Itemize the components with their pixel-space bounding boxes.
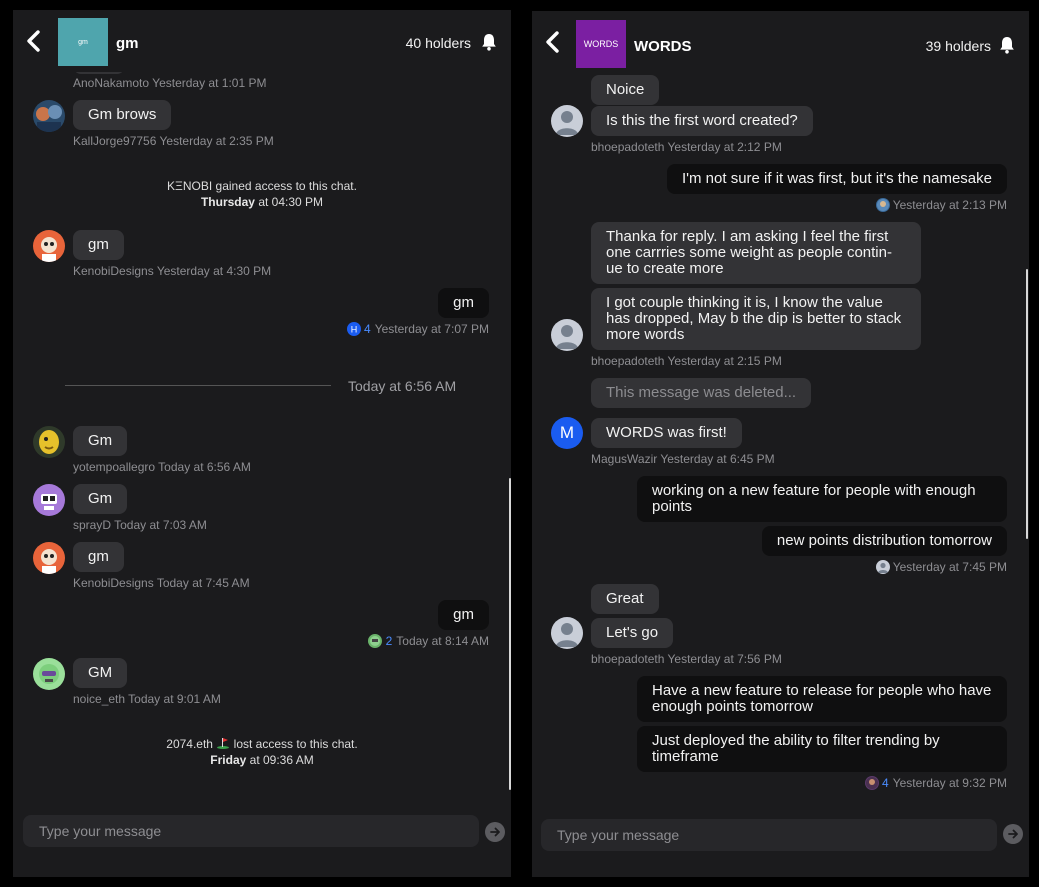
avatar-kenobidesigns[interactable] <box>33 542 65 574</box>
bell-icon[interactable] <box>999 36 1015 54</box>
message-time: Yesterday at 9:32 PM <box>892 776 1007 790</box>
holders-count[interactable]: 39 holders <box>926 38 991 54</box>
message-meta: bhoepadoteth Yesterday at 7:56 PM <box>591 652 782 666</box>
message-meta: yotempoallegro Today at 6:56 AM <box>73 460 251 474</box>
message-bubble: I got couple thinking it is, I know the … <box>591 288 921 350</box>
message-meta: Yesterday at 7:45 PM <box>875 560 1007 574</box>
date-divider-label: Today at 6:56 AM <box>348 378 457 394</box>
chat-panel-words: Noice Is this the first word created? bh… <box>532 11 1029 877</box>
message-meta: Yesterday at 2:13 PM <box>875 198 1007 212</box>
message-time: Today at 8:14 AM <box>396 634 489 648</box>
message-input[interactable] <box>23 815 479 847</box>
my-message-bubble: gm <box>438 600 489 630</box>
message-bubble: Noice <box>591 75 660 105</box>
reader-avatar-icon <box>875 560 890 574</box>
message-bubble: Gm brows <box>73 100 172 130</box>
avatar-bhoepadoteth[interactable] <box>551 105 583 137</box>
my-message-bubble: Have a new feature to release for people… <box>637 676 1007 722</box>
avatar-sprayd[interactable] <box>33 484 65 516</box>
reader-avatar-icon <box>875 198 890 212</box>
avatar-noice-eth[interactable] <box>33 658 65 690</box>
message-bubble: gm <box>73 542 124 572</box>
group-title: gm <box>116 35 139 52</box>
chat-panel-gm: AnoNakamoto Yesterday at 1:01 PM Gm brow… <box>13 10 511 877</box>
message-meta: KenobiDesigns Today at 7:45 AM <box>73 576 250 590</box>
message-meta: bhoepadoteth Yesterday at 2:12 PM <box>591 140 782 154</box>
chat-header: gm gm 40 holders <box>13 10 511 72</box>
reader-avatar-icon <box>864 776 879 790</box>
my-message-bubble: gm <box>438 288 489 318</box>
send-button[interactable] <box>1003 824 1023 844</box>
message-bubble: Let's go <box>591 618 674 648</box>
avatar-bhoepadoteth[interactable] <box>551 617 583 649</box>
message-meta: MagusWazir Yesterday at 6:45 PM <box>591 452 775 466</box>
message-bubble: gm <box>73 230 124 260</box>
read-count[interactable]: 4 <box>364 322 371 336</box>
message-list[interactable]: AnoNakamoto Yesterday at 1:01 PM Gm brow… <box>13 10 511 803</box>
message-bubble: Great <box>591 584 659 614</box>
message-meta: KenobiDesigns Yesterday at 4:30 PM <box>73 264 272 278</box>
back-icon[interactable] <box>25 30 43 52</box>
group-icon[interactable]: gm <box>58 18 108 66</box>
system-text: KΞNOBI gained access to this chat. <box>167 179 357 193</box>
message-meta: 2 Today at 8:14 AM <box>368 634 489 648</box>
message-input[interactable] <box>541 819 997 851</box>
message-meta: H 4 Yesterday at 7:07 PM <box>346 322 489 336</box>
scrollbar-thumb[interactable] <box>509 478 511 790</box>
system-message: 2074.eth lost access to this chat. Frida… <box>13 736 511 768</box>
avatar-bhoepadoteth[interactable] <box>551 319 583 351</box>
scrollbar-thumb[interactable] <box>1026 269 1028 539</box>
avatar-yotempoallegro[interactable] <box>33 426 65 458</box>
message-meta: KallJorge97756 Yesterday at 2:35 PM <box>73 134 274 148</box>
my-message-bubble: Just deployed the ability to filter tren… <box>637 726 1007 772</box>
read-count[interactable]: 2 <box>386 634 393 648</box>
system-text: lost access to this chat. <box>233 737 358 751</box>
system-message: KΞNOBI gained access to this chat. Thurs… <box>13 178 511 210</box>
system-day: Thursday <box>200 195 255 209</box>
message-bubble: Gm <box>73 484 128 514</box>
message-list[interactable]: Noice Is this the first word created? bh… <box>532 11 1029 803</box>
my-message-bubble: new points distribution tomorrow <box>761 526 1007 556</box>
message-time: Yesterday at 7:45 PM <box>892 560 1007 574</box>
message-meta: sprayD Today at 7:03 AM <box>73 518 207 532</box>
chat-header: WORDS WORDS 39 holders <box>532 11 1029 73</box>
golf-flag-icon <box>216 737 230 749</box>
group-icon[interactable]: WORDS <box>576 20 626 68</box>
message-bubble: WORDS was first! <box>591 418 742 448</box>
holders-count[interactable]: 40 holders <box>406 35 471 51</box>
system-day: Friday <box>210 753 247 767</box>
date-divider-line <box>65 385 331 386</box>
bell-icon[interactable] <box>481 33 497 51</box>
read-count[interactable]: 4 <box>882 776 889 790</box>
message-bubble: GM <box>73 658 128 688</box>
send-icon <box>490 827 500 837</box>
message-meta: bhoepadoteth Yesterday at 2:15 PM <box>591 354 782 368</box>
message-composer <box>532 803 1029 877</box>
message-time: Yesterday at 7:07 PM <box>374 322 489 336</box>
send-button[interactable] <box>485 822 505 842</box>
avatar-kenobidesigns[interactable] <box>33 230 65 262</box>
group-title: WORDS <box>634 38 692 55</box>
my-message-bubble: I'm not sure if it was first, but it's t… <box>666 164 1007 194</box>
avatar-kalljorge[interactable] <box>33 100 65 132</box>
message-bubble: Thanka for reply. I am asking I feel the… <box>591 222 921 284</box>
message-meta: 4 Yesterday at 9:32 PM <box>864 776 1007 790</box>
reader-avatar-icon <box>368 634 383 648</box>
message-composer <box>13 803 511 877</box>
message-meta: AnoNakamoto Yesterday at 1:01 PM <box>73 76 267 90</box>
system-time: at 04:30 PM <box>254 195 324 209</box>
system-user: 2074.eth <box>166 737 213 751</box>
message-bubble: Gm <box>73 426 128 456</box>
svg-text:H: H <box>350 325 357 335</box>
send-icon <box>1008 829 1018 839</box>
reader-avatar-icon: H <box>346 322 361 336</box>
deleted-message-bubble: This message was deleted... <box>591 378 812 408</box>
message-meta: noice_eth Today at 9:01 AM <box>73 692 221 706</box>
back-icon[interactable] <box>544 31 562 53</box>
my-message-bubble: working on a new feature for people with… <box>637 476 1007 522</box>
message-bubble: Is this the first word created? <box>591 106 813 136</box>
message-time: Yesterday at 2:13 PM <box>892 198 1007 212</box>
system-time: at 09:36 AM <box>246 753 314 767</box>
avatar-maguswazir[interactable]: M <box>551 417 583 449</box>
